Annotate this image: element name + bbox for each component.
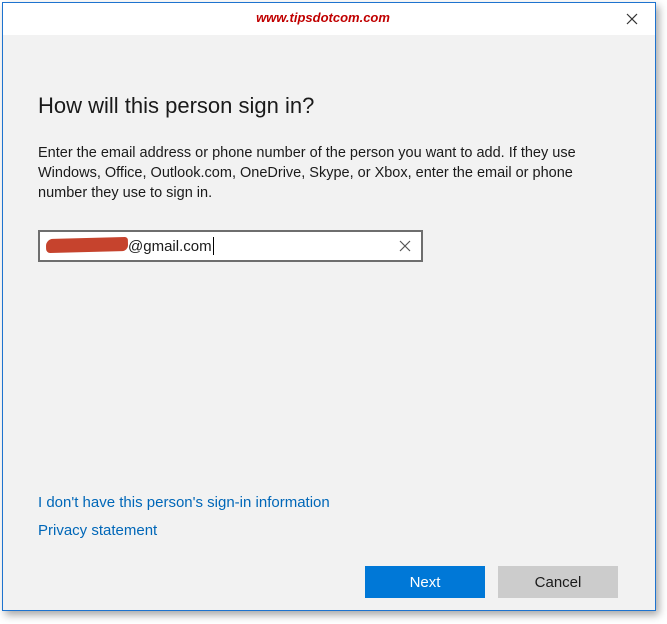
page-title: How will this person sign in?: [38, 93, 315, 118]
watermark-text: www.tipsdotcom.com: [256, 10, 390, 25]
privacy-statement-link[interactable]: Privacy statement: [38, 522, 157, 539]
clear-button[interactable]: [395, 236, 415, 256]
add-user-dialog: www.tipsdotcom.com How will this person …: [2, 2, 656, 611]
instructions-text: Enter the email address or phone number …: [38, 145, 576, 201]
cancel-button[interactable]: Cancel: [498, 566, 618, 598]
close-button[interactable]: [609, 3, 655, 35]
email-domain: @gmail.com: [128, 238, 212, 255]
email-value: @gmail.com: [45, 236, 214, 255]
redacted-username: [45, 236, 129, 254]
close-icon: [626, 13, 638, 25]
text-caret: [212, 237, 214, 255]
title-bar: www.tipsdotcom.com: [3, 3, 655, 35]
no-signin-info-link[interactable]: I don't have this person's sign-in infor…: [38, 494, 330, 511]
next-button[interactable]: Next: [365, 566, 485, 598]
clear-x-icon: [399, 240, 411, 252]
email-field[interactable]: @gmail.com: [38, 230, 423, 262]
